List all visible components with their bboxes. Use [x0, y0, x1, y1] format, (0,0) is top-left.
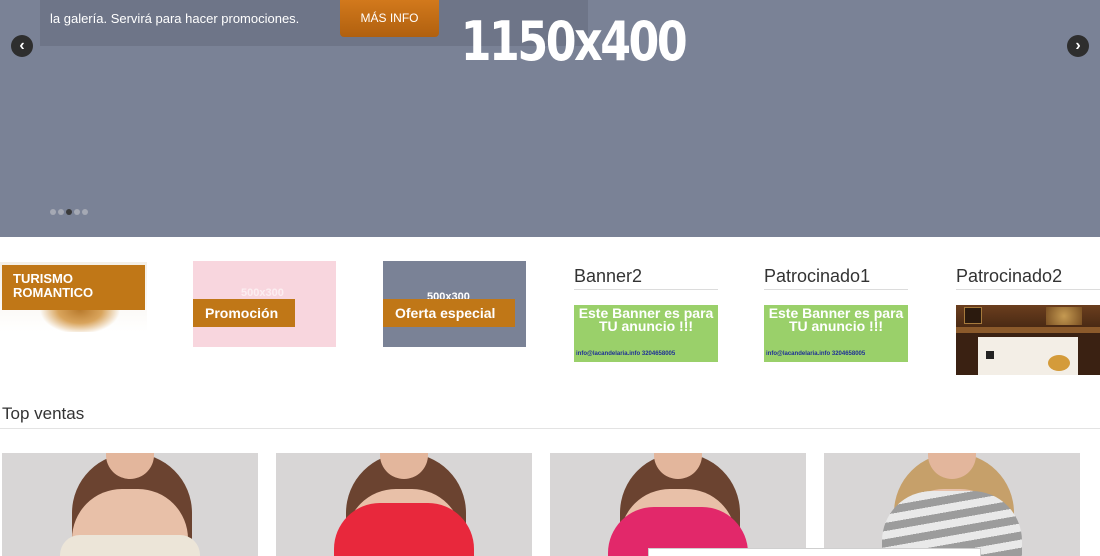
- oferta-banner[interactable]: 500x300 Oferta especial: [383, 261, 526, 347]
- product-image: [882, 491, 1022, 556]
- turismo-banner[interactable]: TURISMO ROMANTICO: [0, 262, 147, 332]
- banner-ad[interactable]: Este Banner es para TU anuncio !!! info@…: [574, 305, 718, 362]
- sponsor-ad[interactable]: Este Banner es para TU anuncio !!! info@…: [764, 305, 908, 362]
- product-card-3[interactable]: [550, 453, 806, 556]
- turismo-label: TURISMO ROMANTICO: [13, 271, 94, 300]
- section-divider: [0, 428, 1100, 429]
- ad-contact: info@lacandelaria.info 3204658005: [576, 351, 676, 357]
- product-card-4[interactable]: [824, 453, 1080, 556]
- turismo-label-bar: TURISMO ROMANTICO: [2, 265, 145, 310]
- product-image: [334, 503, 474, 556]
- ad-text: Este Banner es para TU anuncio !!!: [768, 305, 904, 334]
- slide-dot-5[interactable]: [82, 209, 88, 215]
- ad-text: Este Banner es para TU anuncio !!!: [578, 305, 714, 334]
- hero-slider[interactable]: la galería. Servirá para hacer promocion…: [0, 0, 1100, 237]
- ad-contact: info@lacandelaria.info 3204658005: [766, 351, 866, 357]
- site-banner-image: [1046, 307, 1082, 325]
- more-info-button[interactable]: MÁS INFO: [340, 0, 439, 37]
- slide-caption-text: la galería. Servirá para hacer promocion…: [50, 11, 300, 26]
- patrocinado1-widget: Patrocinado1 Este Banner es para TU anun…: [764, 266, 908, 362]
- promocion-banner[interactable]: 500x300 Promoción: [193, 261, 336, 347]
- promo-placeholder-text: 500x300: [241, 287, 284, 299]
- slide-dot-3[interactable]: [66, 209, 72, 215]
- site-nav-image: [956, 327, 1100, 333]
- slide-placeholder-text: 1150x400: [460, 10, 688, 73]
- product-image: [60, 535, 200, 556]
- product-card-2[interactable]: [276, 453, 532, 556]
- widget-title: Patrocinado2: [956, 266, 1100, 290]
- oferta-tag[interactable]: Oferta especial: [383, 299, 515, 327]
- widget-title: Banner2: [574, 266, 718, 290]
- product-card-1[interactable]: [2, 453, 258, 556]
- site-logo-image: [964, 307, 982, 324]
- widget-title: Patrocinado1: [764, 266, 908, 290]
- slide-dot-1[interactable]: [50, 209, 56, 215]
- promocion-tag[interactable]: Promoción: [193, 299, 295, 327]
- slide-dot-2[interactable]: [58, 209, 64, 215]
- site-thumb-image: [1048, 355, 1070, 371]
- site-thumb-image: [986, 351, 994, 359]
- prev-slide-arrow-icon[interactable]: ‹: [11, 35, 33, 57]
- next-slide-arrow-icon[interactable]: ›: [1067, 35, 1089, 57]
- sponsor-site-screenshot[interactable]: [956, 305, 1100, 375]
- top-sales-heading: Top ventas: [2, 404, 85, 423]
- slide-pagination: [50, 209, 88, 216]
- patrocinado2-widget: Patrocinado2: [956, 266, 1100, 375]
- banner2-widget: Banner2 Este Banner es para TU anuncio !…: [574, 266, 718, 362]
- popup-edge: [648, 548, 981, 556]
- slide-dot-4[interactable]: [74, 209, 80, 215]
